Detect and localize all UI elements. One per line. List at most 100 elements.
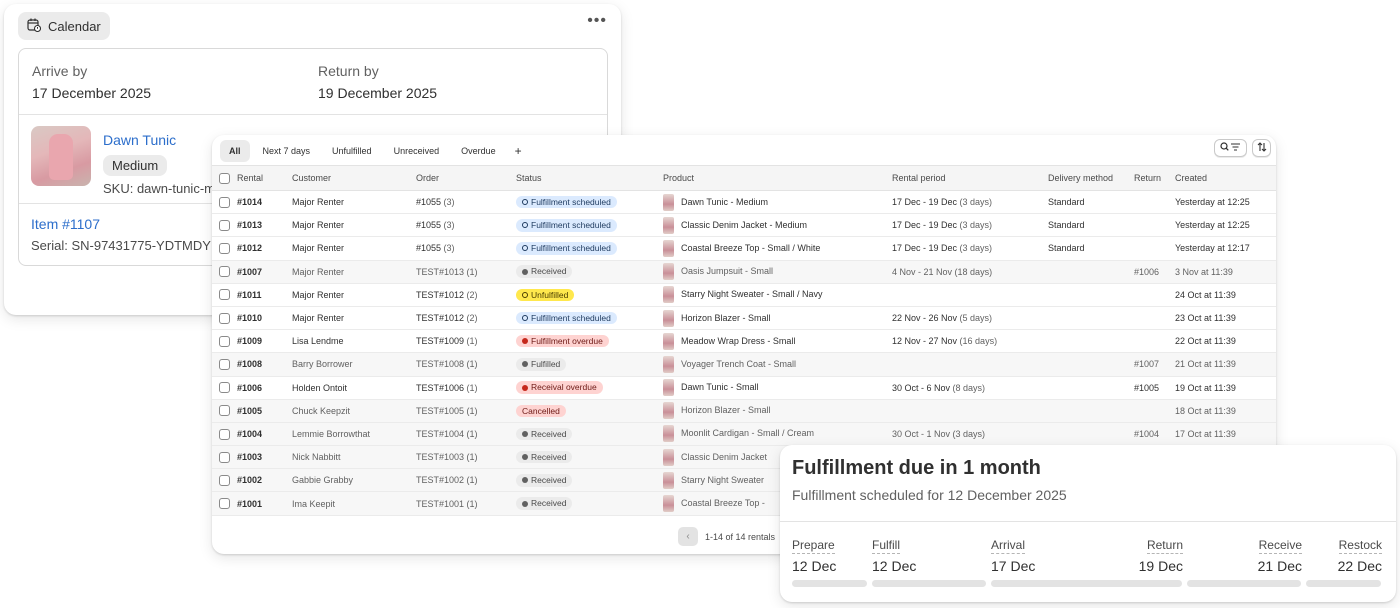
status-alert-icon <box>522 384 528 391</box>
step-date: 21 Dec <box>1257 558 1302 574</box>
sku-text: SKU: dawn-tunic-m <box>103 181 215 196</box>
row-checkbox[interactable] <box>219 335 230 347</box>
order-qty: (1) <box>466 498 478 509</box>
row-checkbox[interactable] <box>219 451 230 463</box>
order-number: TEST#1013 <box>416 266 465 277</box>
calendar-tab[interactable]: Calendar <box>18 12 110 40</box>
row-checkbox[interactable] <box>219 358 230 370</box>
step-fulfill: Fulfill 12 Dec <box>872 536 916 574</box>
table-row[interactable]: #1007 Major Renter TEST#1013 (1) Received Oa… <box>212 260 1276 284</box>
row-checkbox[interactable] <box>219 428 230 440</box>
more-horizontal-icon[interactable]: ••• <box>587 12 607 30</box>
step-label[interactable]: Fulfill <box>872 538 901 554</box>
rental-id[interactable]: #1009 <box>237 329 292 354</box>
row-checkbox[interactable] <box>219 289 230 301</box>
plus-icon[interactable]: + <box>509 142 528 160</box>
step-date: 17 Dec <box>991 558 1036 574</box>
order-cell: TEST#1004 (1) <box>416 422 516 447</box>
item-link[interactable]: Item #1107 <box>31 216 100 232</box>
return-label: Return by <box>318 63 379 79</box>
step-label[interactable]: Arrival <box>991 538 1026 554</box>
fulfillment-subtitle: Fulfillment scheduled for 12 December 20… <box>792 487 1067 503</box>
row-checkbox[interactable] <box>219 498 230 510</box>
table-row[interactable]: #1009 Lisa Lendme TEST#1009 (1) Fulfillment… <box>212 329 1276 354</box>
col-customer[interactable]: Customer <box>292 165 416 191</box>
order-number: #1055 <box>416 220 442 231</box>
tab-unfulfilled[interactable]: Unfulfilled <box>323 140 381 162</box>
rental-id[interactable]: #1006 <box>237 376 292 400</box>
rental-id[interactable]: #1003 <box>237 445 292 470</box>
row-checkbox[interactable] <box>219 405 230 417</box>
order-cell: TEST#1003 (1) <box>416 445 516 470</box>
row-checkbox[interactable] <box>219 312 230 324</box>
created-at: 3 Nov at 11:39 <box>1175 260 1276 284</box>
rental-id[interactable]: #1013 <box>237 213 292 238</box>
product-name: Oasis Jumpsuit - Small <box>681 266 774 277</box>
row-checkbox[interactable] <box>219 382 230 394</box>
step-label[interactable]: Prepare <box>792 538 835 554</box>
col-status[interactable]: Status <box>516 165 663 191</box>
rental-id[interactable]: #1001 <box>237 491 292 516</box>
rental-id[interactable]: #1014 <box>237 190 292 215</box>
order-cell: TEST#1012 (2) <box>416 283 516 307</box>
chevron-left-icon[interactable]: ‹ <box>678 527 698 546</box>
table-row[interactable]: #1005 Chuck Keepzit TEST#1005 (1) Cancelled… <box>212 399 1276 423</box>
row-checkbox[interactable] <box>219 196 230 208</box>
col-rental[interactable]: Rental <box>237 165 292 191</box>
tab-next-7-days[interactable]: Next 7 days <box>254 140 320 162</box>
tab-all[interactable]: All <box>220 140 250 162</box>
arrive-by: Arrive by 17 December 2025 <box>32 63 151 101</box>
rental-period-days: (3 days) <box>959 197 993 208</box>
tab-unreceived[interactable]: Unreceived <box>385 140 449 162</box>
row-select-cell <box>212 491 237 516</box>
table-row[interactable]: #1008 Barry Borrower TEST#1008 (1) Fulfille… <box>212 352 1276 377</box>
rental-period: 17 Dec - 19 Dec <box>892 220 958 231</box>
row-checkbox[interactable] <box>219 474 230 486</box>
search-filter-button[interactable] <box>1214 139 1247 157</box>
product-thumbnail <box>31 126 91 186</box>
step-label[interactable]: Receive <box>1258 538 1302 554</box>
product-name: Starry Night Sweater <box>681 474 765 485</box>
col-order[interactable]: Order <box>416 165 516 191</box>
tab-overdue[interactable]: Overdue <box>452 140 505 162</box>
status-badge: Received <box>516 497 573 510</box>
rental-id[interactable]: #1010 <box>237 306 292 331</box>
col-created[interactable]: Created <box>1175 165 1276 191</box>
sort-icon <box>1257 141 1267 155</box>
rental-period-days: (3 days) <box>952 428 986 439</box>
step-label[interactable]: Restock <box>1338 538 1382 554</box>
row-checkbox[interactable] <box>219 219 230 231</box>
rental-id[interactable]: #1012 <box>237 236 292 261</box>
rental-period: 22 Nov - 26 Nov <box>892 313 958 324</box>
select-all-cell <box>212 165 237 191</box>
rental-id[interactable]: #1005 <box>237 399 292 423</box>
return-ref <box>1134 399 1175 423</box>
step-label[interactable]: Return <box>1146 538 1183 554</box>
col-rental-period[interactable]: Rental period <box>892 165 1048 191</box>
rental-id[interactable]: #1008 <box>237 352 292 377</box>
sort-button[interactable] <box>1252 139 1271 157</box>
table-row[interactable]: #1011 Major Renter TEST#1012 (2) Unfulfille… <box>212 283 1276 307</box>
product-name-link[interactable]: Dawn Tunic <box>103 132 176 148</box>
col-return[interactable]: Return <box>1134 165 1175 191</box>
table-row[interactable]: #1010 Major Renter TEST#1012 (2) Fulfillmen… <box>212 306 1276 331</box>
col-product[interactable]: Product <box>663 165 892 191</box>
table-row[interactable]: #1013 Major Renter #1055 (3) Fulfillment sc… <box>212 213 1276 238</box>
row-checkbox[interactable] <box>219 266 230 278</box>
status-cell: Fulfillment overdue <box>516 329 663 354</box>
rental-id[interactable]: #1007 <box>237 260 292 284</box>
created-at: 19 Oct at 11:39 <box>1175 376 1276 400</box>
status-text: Fulfillment scheduled <box>531 243 611 254</box>
rental-id[interactable]: #1011 <box>237 283 292 307</box>
pagination-text: 1-14 of 14 rentals <box>705 531 776 542</box>
row-checkbox[interactable] <box>219 243 230 255</box>
col-delivery-method[interactable]: Delivery method <box>1048 165 1134 191</box>
table-row[interactable]: #1014 Major Renter #1055 (3) Fulfillment sc… <box>212 190 1276 215</box>
table-row[interactable]: #1012 Major Renter #1055 (3) Fulfillment sc… <box>212 236 1276 261</box>
rental-id[interactable]: #1004 <box>237 422 292 447</box>
select-all-checkbox[interactable] <box>219 172 230 184</box>
rental-id[interactable]: #1002 <box>237 468 292 493</box>
table-row[interactable]: #1004 Lemmie Borrowthat TEST#1004 (1) Recei… <box>212 422 1276 447</box>
product-name: Starry Night Sweater - Small / Navy <box>681 289 823 300</box>
table-row[interactable]: #1006 Holden Ontoit TEST#1006 (1) Receival … <box>212 376 1276 400</box>
